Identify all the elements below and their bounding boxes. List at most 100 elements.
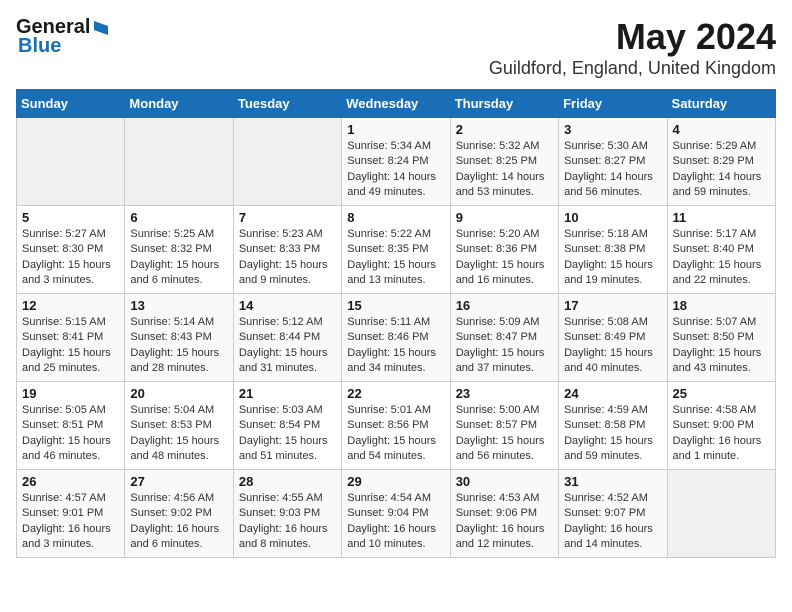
day-info: Sunrise: 5:12 AMSunset: 8:44 PMDaylight:… [239, 315, 336, 377]
day-number: 9 [456, 210, 553, 225]
calendar-cell: 20 Sunrise: 5:04 AMSunset: 8:53 PMDayligh… [125, 382, 233, 470]
day-number: 11 [673, 210, 770, 225]
calendar-cell [17, 118, 125, 206]
header-monday: Monday [125, 90, 233, 118]
day-number: 29 [347, 474, 444, 489]
day-info: Sunrise: 4:57 AMSunset: 9:01 PMDaylight:… [22, 491, 119, 553]
day-number: 15 [347, 298, 444, 313]
calendar-cell: 21Sunrise: 5:03 AMSunset: 8:54 PMDayligh… [233, 382, 341, 470]
day-number: 10 [564, 210, 661, 225]
day-info: Sunrise: 5:34 AMSunset: 8:24 PMDaylight:… [347, 139, 444, 201]
week-row-3: 19Sunrise: 5:05 AMSunset: 8:51 PMDayligh… [17, 382, 776, 470]
day-info: Sunrise: 5:14 AMSunset: 8:43 PMDaylight:… [130, 315, 227, 377]
day-info: Sunrise: 5:03 AMSunset: 8:54 PMDaylight:… [239, 403, 336, 465]
calendar-cell: 31 Sunrise: 4:52 AMSunset: 9:07 PMDayligh… [559, 470, 667, 558]
calendar-cell: 19Sunrise: 5:05 AMSunset: 8:51 PMDayligh… [17, 382, 125, 470]
calendar-cell: 12 Sunrise: 5:15 AMSunset: 8:41 PMDayligh… [17, 294, 125, 382]
calendar-cell: 28Sunrise: 4:55 AMSunset: 9:03 PMDayligh… [233, 470, 341, 558]
calendar-cell: 22 Sunrise: 5:01 AMSunset: 8:56 PMDayligh… [342, 382, 450, 470]
day-info: Sunrise: 5:23 AMSunset: 8:33 PMDaylight:… [239, 227, 336, 289]
day-number: 4 [673, 122, 770, 137]
calendar-cell: 18 Sunrise: 5:07 AMSunset: 8:50 PMDayligh… [667, 294, 775, 382]
day-number: 24 [564, 386, 661, 401]
calendar-cell: 30 Sunrise: 4:53 AMSunset: 9:06 PMDayligh… [450, 470, 558, 558]
header-saturday: Saturday [667, 90, 775, 118]
day-info: Sunrise: 5:27 AMSunset: 8:30 PMDaylight:… [22, 227, 119, 289]
day-number: 7 [239, 210, 336, 225]
day-info: Sunrise: 5:17 AMSunset: 8:40 PMDaylight:… [673, 227, 770, 289]
header-row: SundayMondayTuesdayWednesdayThursdayFrid… [17, 90, 776, 118]
day-number: 27 [130, 474, 227, 489]
calendar-cell: 10 Sunrise: 5:18 AMSunset: 8:38 PMDayligh… [559, 206, 667, 294]
day-info: Sunrise: 5:25 AMSunset: 8:32 PMDaylight:… [130, 227, 227, 289]
day-number: 20 [130, 386, 227, 401]
calendar-cell: 23 Sunrise: 5:00 AMSunset: 8:57 PMDayligh… [450, 382, 558, 470]
day-info: Sunrise: 4:52 AMSunset: 9:07 PMDaylight:… [564, 491, 661, 553]
day-number: 2 [456, 122, 553, 137]
day-info: Sunrise: 5:00 AMSunset: 8:57 PMDaylight:… [456, 403, 553, 465]
day-number: 28 [239, 474, 336, 489]
day-number: 5 [22, 210, 119, 225]
day-info: Sunrise: 5:04 AMSunset: 8:53 PMDaylight:… [130, 403, 227, 465]
day-number: 30 [456, 474, 553, 489]
calendar-table: SundayMondayTuesdayWednesdayThursdayFrid… [16, 89, 776, 558]
day-number: 16 [456, 298, 553, 313]
week-row-1: 5 Sunrise: 5:27 AMSunset: 8:30 PMDaylight… [17, 206, 776, 294]
calendar-cell: 27 Sunrise: 4:56 AMSunset: 9:02 PMDayligh… [125, 470, 233, 558]
calendar-cell: 24 Sunrise: 4:59 AMSunset: 8:58 PMDayligh… [559, 382, 667, 470]
day-info: Sunrise: 5:18 AMSunset: 8:38 PMDaylight:… [564, 227, 661, 289]
calendar-cell: 3Sunrise: 5:30 AMSunset: 8:27 PMDaylight… [559, 118, 667, 206]
calendar-cell: 1Sunrise: 5:34 AMSunset: 8:24 PMDaylight… [342, 118, 450, 206]
logo-blue: Blue [16, 35, 61, 58]
calendar-cell: 15 Sunrise: 5:11 AMSunset: 8:46 PMDayligh… [342, 294, 450, 382]
day-info: Sunrise: 4:56 AMSunset: 9:02 PMDaylight:… [130, 491, 227, 553]
day-number: 6 [130, 210, 227, 225]
day-info: Sunrise: 5:01 AMSunset: 8:56 PMDaylight:… [347, 403, 444, 465]
day-number: 31 [564, 474, 661, 489]
calendar-title: May 2024 [489, 16, 776, 58]
header-thursday: Thursday [450, 90, 558, 118]
calendar-cell: 17Sunrise: 5:08 AMSunset: 8:49 PMDayligh… [559, 294, 667, 382]
day-number: 25 [673, 386, 770, 401]
calendar-cell: 9 Sunrise: 5:20 AMSunset: 8:36 PMDaylight… [450, 206, 558, 294]
day-number: 26 [22, 474, 119, 489]
day-number: 14 [239, 298, 336, 313]
week-row-2: 12 Sunrise: 5:15 AMSunset: 8:41 PMDayligh… [17, 294, 776, 382]
day-info: Sunrise: 5:09 AMSunset: 8:47 PMDaylight:… [456, 315, 553, 377]
day-info: Sunrise: 4:54 AMSunset: 9:04 PMDaylight:… [347, 491, 444, 553]
calendar-cell: 5 Sunrise: 5:27 AMSunset: 8:30 PMDaylight… [17, 206, 125, 294]
calendar-cell: 8Sunrise: 5:22 AMSunset: 8:35 PMDaylight… [342, 206, 450, 294]
day-number: 12 [22, 298, 119, 313]
day-info: Sunrise: 5:11 AMSunset: 8:46 PMDaylight:… [347, 315, 444, 377]
calendar-cell: 26 Sunrise: 4:57 AMSunset: 9:01 PMDayligh… [17, 470, 125, 558]
calendar-cell [125, 118, 233, 206]
page-header: General Blue May 2024 Guildford, England… [16, 16, 776, 79]
day-number: 18 [673, 298, 770, 313]
day-info: Sunrise: 5:15 AMSunset: 8:41 PMDaylight:… [22, 315, 119, 377]
logo-icon [92, 19, 110, 37]
calendar-subtitle: Guildford, England, United Kingdom [489, 58, 776, 79]
calendar-cell: 25 Sunrise: 4:58 AMSunset: 9:00 PMDayligh… [667, 382, 775, 470]
calendar-cell [667, 470, 775, 558]
day-info: Sunrise: 5:20 AMSunset: 8:36 PMDaylight:… [456, 227, 553, 289]
day-number: 13 [130, 298, 227, 313]
day-info: Sunrise: 5:07 AMSunset: 8:50 PMDaylight:… [673, 315, 770, 377]
day-info: Sunrise: 5:05 AMSunset: 8:51 PMDaylight:… [22, 403, 119, 465]
calendar-cell: 4 Sunrise: 5:29 AMSunset: 8:29 PMDaylight… [667, 118, 775, 206]
day-info: Sunrise: 5:30 AMSunset: 8:27 PMDaylight:… [564, 139, 661, 201]
calendar-cell: 16 Sunrise: 5:09 AMSunset: 8:47 PMDayligh… [450, 294, 558, 382]
day-number: 17 [564, 298, 661, 313]
calendar-cell: 6 Sunrise: 5:25 AMSunset: 8:32 PMDaylight… [125, 206, 233, 294]
day-number: 22 [347, 386, 444, 401]
day-info: Sunrise: 4:53 AMSunset: 9:06 PMDaylight:… [456, 491, 553, 553]
day-number: 8 [347, 210, 444, 225]
calendar-cell: 2Sunrise: 5:32 AMSunset: 8:25 PMDaylight… [450, 118, 558, 206]
day-info: Sunrise: 4:59 AMSunset: 8:58 PMDaylight:… [564, 403, 661, 465]
header-friday: Friday [559, 90, 667, 118]
day-info: Sunrise: 4:58 AMSunset: 9:00 PMDaylight:… [673, 403, 770, 465]
title-area: May 2024 Guildford, England, United King… [489, 16, 776, 79]
header-sunday: Sunday [17, 90, 125, 118]
day-number: 23 [456, 386, 553, 401]
day-info: Sunrise: 5:29 AMSunset: 8:29 PMDaylight:… [673, 139, 770, 201]
header-wednesday: Wednesday [342, 90, 450, 118]
